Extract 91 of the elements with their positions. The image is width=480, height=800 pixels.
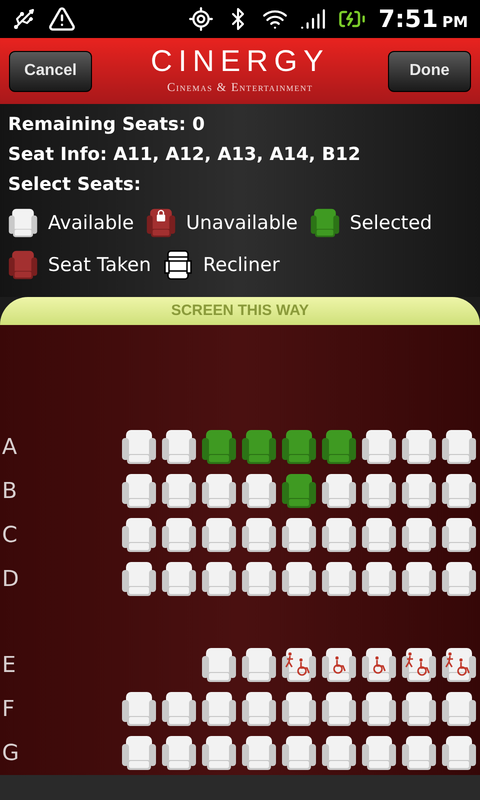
seat-icon[interactable] (201, 647, 237, 684)
clock-time: 7:51 (378, 4, 438, 35)
row-label: C (1, 522, 18, 550)
seat-icon[interactable] (201, 473, 237, 509)
cancel-button[interactable]: Cancel (9, 50, 92, 92)
seat-icon[interactable] (441, 561, 477, 597)
seat-icon[interactable] (161, 735, 197, 772)
seat-icon[interactable] (281, 517, 317, 553)
seat-icon[interactable] (121, 735, 157, 772)
seat-icon[interactable] (361, 517, 397, 553)
logo-text: CINERGY (150, 46, 330, 78)
legend-label: Available (48, 210, 134, 236)
seat-icon[interactable] (441, 735, 477, 772)
seat-icon[interactable] (281, 735, 317, 772)
legend-locked-seat-icon (146, 208, 176, 238)
seat-icon[interactable] (201, 735, 237, 772)
seat-icon[interactable] (401, 429, 437, 465)
row-label: A (1, 434, 18, 462)
seat-icon[interactable] (241, 517, 277, 553)
row-label: G (1, 740, 20, 768)
select-seats-label: Select Seats: (8, 173, 142, 197)
seat-icon[interactable] (401, 561, 437, 597)
selected-seat-icon[interactable] (321, 429, 357, 465)
seat-icon[interactable] (361, 473, 397, 509)
seat-icon[interactable] (201, 517, 237, 553)
seat-icon[interactable] (161, 561, 197, 597)
seat-icon[interactable] (281, 561, 317, 597)
selected-seat-icon[interactable] (201, 429, 237, 465)
seat-icon[interactable] (201, 691, 237, 728)
done-button[interactable]: Done (388, 50, 471, 92)
seat-icon[interactable] (321, 517, 357, 553)
seat-icon[interactable] (361, 735, 397, 772)
seat-icon[interactable] (161, 691, 197, 728)
seat-icon[interactable] (161, 473, 197, 509)
seat-icon[interactable] (201, 561, 237, 597)
companion-seat-icon[interactable] (401, 647, 437, 684)
selected-seat-icon[interactable] (281, 473, 317, 509)
seat-icon[interactable] (121, 429, 157, 465)
clock-ampm: PM (442, 12, 468, 33)
seat-icon[interactable] (161, 517, 197, 553)
legend-taken-seat-icon (8, 250, 38, 280)
companion-seat-icon[interactable] (441, 647, 477, 684)
companion-seat-icon[interactable] (281, 647, 317, 684)
remaining-seats: Remaining Seats: 0 (8, 110, 472, 140)
legend-selected-seat-icon (310, 208, 340, 238)
seat-info: Seat Info: A11, A12, A13, A14, B12 (8, 143, 362, 167)
usb-icon (12, 7, 36, 31)
row-label: D (1, 566, 20, 594)
seat-icon[interactable] (321, 473, 357, 509)
wheelchair-seat-icon[interactable] (361, 647, 397, 684)
selected-seat-icon[interactable] (281, 429, 317, 465)
seat-icon[interactable] (121, 691, 157, 728)
gps-icon (188, 6, 214, 32)
seat-icon[interactable] (401, 691, 437, 728)
logo-tagline: Cinemas & Entertainment (167, 79, 313, 96)
row-label: B (1, 478, 18, 506)
seat-icon[interactable] (121, 561, 157, 597)
legend-recliner-icon (163, 250, 194, 280)
seat-icon[interactable] (241, 691, 277, 728)
legend-label: Selected (350, 210, 432, 236)
seat-icon[interactable] (281, 691, 317, 728)
seat-icon[interactable] (441, 691, 477, 728)
warning-icon (48, 5, 76, 33)
row-label: E (1, 652, 17, 680)
selected-seat-icon[interactable] (241, 429, 277, 465)
seat-icon[interactable] (401, 473, 437, 509)
seat-icon[interactable] (401, 735, 437, 772)
seat-icon[interactable] (241, 561, 277, 597)
seat-icon[interactable] (121, 517, 157, 553)
seat-icon[interactable] (441, 517, 477, 553)
seat-icon[interactable] (241, 647, 277, 684)
wheelchair-seat-icon[interactable] (321, 647, 357, 684)
seat-icon[interactable] (441, 429, 477, 465)
screen-banner: SCREEN THIS WAY (0, 297, 480, 325)
seat-icon[interactable] (241, 473, 277, 509)
seat-icon[interactable] (321, 691, 357, 728)
legend-label: Unavailable (186, 210, 298, 236)
seat-icon[interactable] (361, 691, 397, 728)
seat-icon[interactable] (361, 561, 397, 597)
seat-icon[interactable] (321, 561, 357, 597)
seat-icon[interactable] (401, 517, 437, 553)
seat-icon[interactable] (441, 473, 477, 509)
legend-available-seat-icon (8, 208, 38, 238)
seat-icon[interactable] (321, 735, 357, 772)
legend-label: Seat Taken (48, 252, 152, 278)
seat-icon[interactable] (161, 429, 197, 465)
seat-icon[interactable] (361, 429, 397, 465)
row-label: F (1, 696, 16, 724)
seat-icon[interactable] (121, 473, 157, 509)
seat-icon[interactable] (241, 735, 277, 772)
legend-label: Recliner (203, 252, 280, 278)
